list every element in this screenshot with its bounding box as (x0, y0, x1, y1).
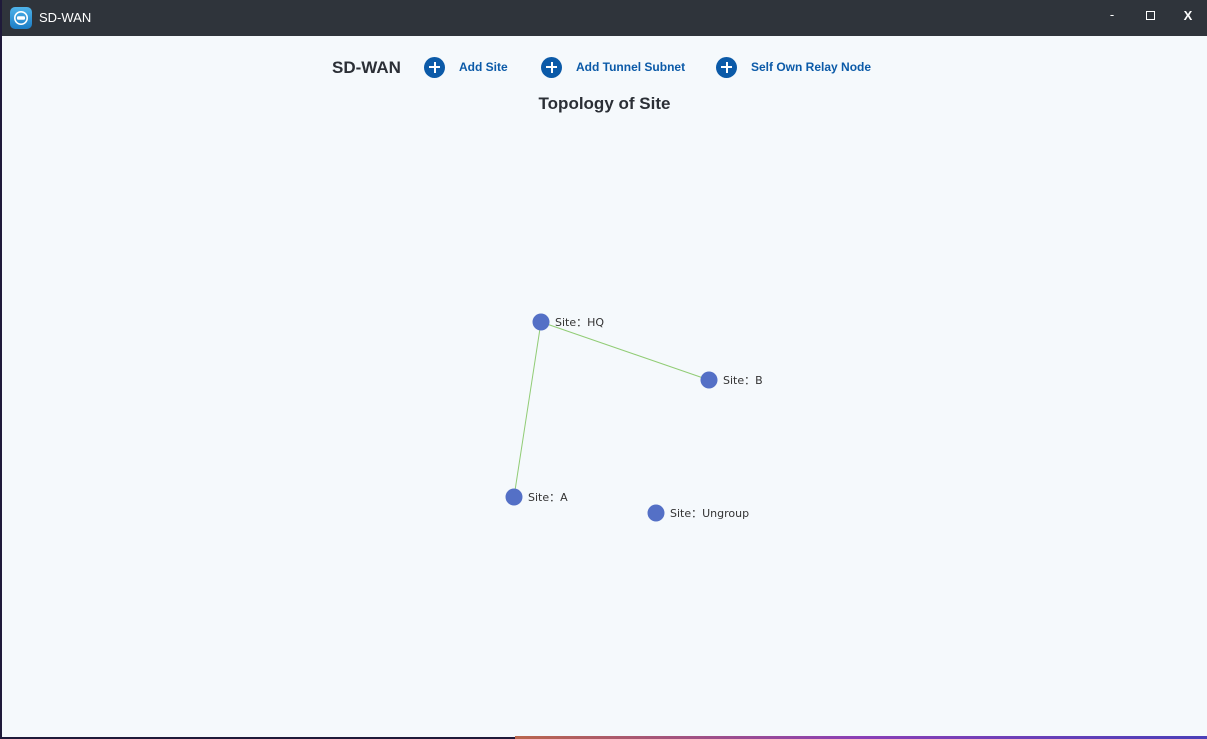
site-node-label: Site：B (723, 374, 763, 387)
link-hq-b (540, 321, 710, 381)
site-node-b[interactable]: Site：B (700, 371, 763, 389)
site-node-label: Site：A (528, 491, 568, 504)
site-node-label: Site：HQ (555, 316, 604, 329)
site-node-ungroup[interactable]: Site：Ungroup (647, 504, 750, 522)
site-node-marker[interactable] (532, 313, 550, 331)
app-window: SD-WAN - X SD-WAN Add Site Add Tunnel Su… (2, 0, 1207, 737)
site-node-a[interactable]: Site：A (505, 488, 569, 506)
links-layer (513, 321, 710, 498)
site-node-hq[interactable]: Site：HQ (532, 313, 605, 331)
site-node-label: Site：Ungroup (670, 507, 749, 520)
topology-graph[interactable]: Site：HQ Site：B Site：A Site：Ungroup (2, 0, 1207, 737)
site-node-marker[interactable] (647, 504, 665, 522)
nodes-layer: Site：HQ Site：B Site：A Site：Ungroup (505, 313, 763, 522)
site-node-marker[interactable] (505, 488, 523, 506)
link-hq-a (513, 321, 542, 498)
site-node-marker[interactable] (700, 371, 718, 389)
